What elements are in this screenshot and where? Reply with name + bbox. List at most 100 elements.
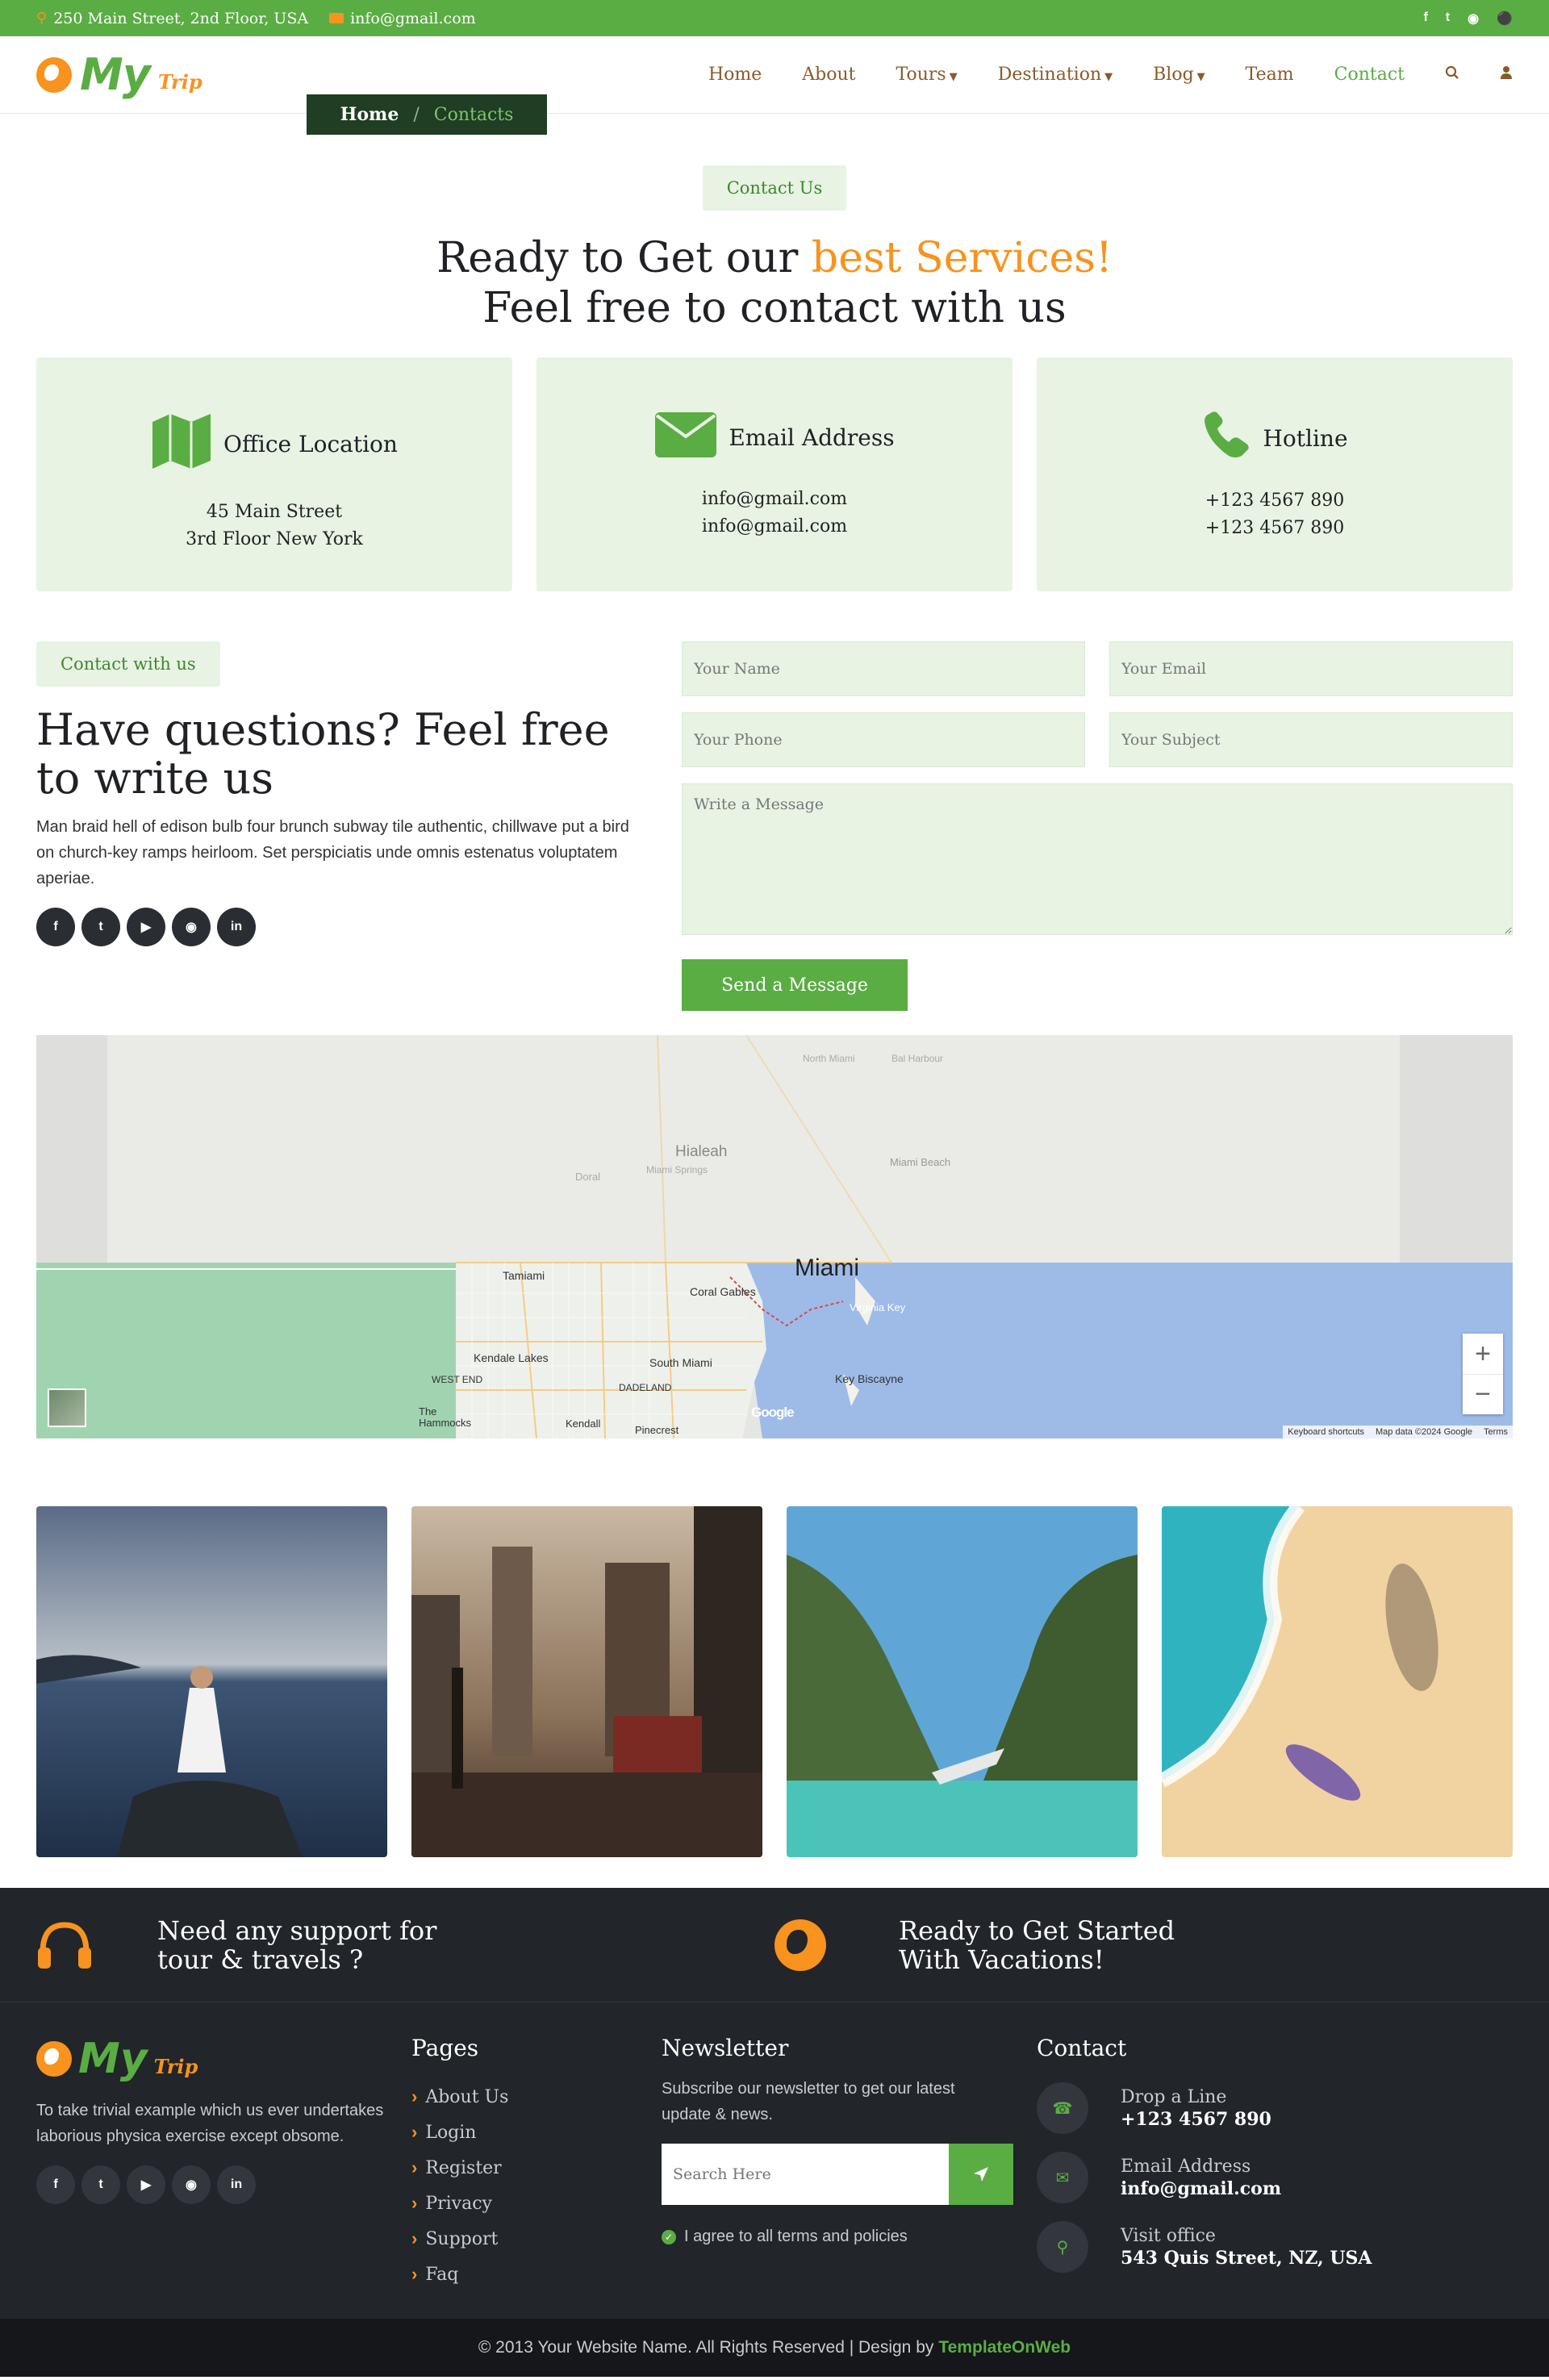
map-label: The Hammocks — [419, 1405, 472, 1429]
card-line[interactable]: +123 4567 890 — [1037, 515, 1513, 542]
map-label: Key Biscayne — [835, 1372, 904, 1385]
twitter-icon[interactable]: t — [81, 908, 120, 946]
zoom-out-button[interactable]: − — [1463, 1374, 1503, 1414]
link-label: Faq — [425, 2264, 459, 2285]
zoom-in-button[interactable]: + — [1463, 1334, 1503, 1374]
subject-field[interactable] — [1109, 712, 1513, 767]
map-embed[interactable]: Miami Hialeah Miami Beach Coral Gables V… — [36, 1035, 1513, 1438]
footer-link-privacy[interactable]: › Privacy — [411, 2186, 662, 2221]
nav-item-about[interactable]: About — [802, 65, 855, 85]
message-field[interactable] — [682, 783, 1513, 935]
youtube-icon[interactable]: ▶ — [127, 2165, 165, 2204]
link-label: Register — [425, 2157, 502, 2178]
keyboard-shortcuts-link[interactable]: Keyboard shortcuts — [1288, 1427, 1364, 1437]
phone-field[interactable] — [682, 712, 1085, 767]
nav-item-contact[interactable]: Contact — [1334, 65, 1405, 85]
card-line[interactable]: +123 4567 890 — [1037, 487, 1513, 515]
nav-item-blog[interactable]: Blog ▼ — [1153, 65, 1205, 85]
breadcrumb-home[interactable]: Home — [340, 104, 399, 125]
gallery-photo-lagoon-boat[interactable] — [787, 1506, 1138, 1857]
linkedin-icon[interactable]: in — [217, 908, 256, 946]
nav-item-tours-label: Tours — [896, 65, 946, 85]
card-title: Hotline — [1263, 425, 1348, 452]
address-info: ⚲ 250 Main Street, 2nd Floor, USA — [36, 10, 308, 27]
twitter-icon[interactable]: t — [81, 2165, 120, 2204]
card-line[interactable]: info@gmail.com — [537, 513, 1012, 541]
search-icon[interactable] — [1445, 65, 1459, 85]
map-label: North Miami — [803, 1053, 855, 1064]
email-info: info@gmail.com — [329, 10, 476, 27]
email-text[interactable]: info@gmail.com — [350, 10, 476, 27]
nav-item-tours[interactable]: Tours ▼ — [896, 65, 958, 85]
site-footer: Need any support for tour & travels ? Re… — [0, 1888, 1549, 2377]
contact-paragraph: Man braid hell of edison bulb four brunc… — [36, 818, 629, 887]
map-zoom-controls: + − — [1463, 1334, 1503, 1414]
nav-item-destination[interactable]: Destination ▼ — [998, 65, 1113, 85]
facebook-icon[interactable]: f — [36, 908, 75, 946]
map-attribution: Keyboard shortcuts Map data ©2024 Google… — [1283, 1426, 1513, 1438]
nav-item-home[interactable]: Home — [708, 65, 762, 85]
chevron-right-icon: › — [411, 2157, 418, 2177]
newsletter-input[interactable] — [662, 2144, 949, 2205]
map-label: Pinecrest — [635, 1424, 679, 1436]
gallery-photo-city-street[interactable] — [411, 1506, 762, 1857]
globe-icon — [36, 56, 72, 93]
gallery-photo-beach-surfer[interactable] — [1162, 1506, 1513, 1857]
contact-phone: ☎ Drop a Line +123 4567 890 — [1037, 2082, 1513, 2134]
youtube-icon[interactable]: ▶ — [127, 908, 165, 946]
facebook-icon[interactable]: f — [36, 2165, 75, 2204]
send-icon[interactable] — [949, 2144, 1013, 2205]
send-message-button[interactable]: Send a Message — [682, 959, 908, 1011]
map-satellite-toggle[interactable] — [48, 1388, 86, 1427]
email-field[interactable] — [1109, 641, 1513, 696]
contact-value[interactable]: +123 4567 890 — [1121, 2109, 1271, 2130]
gallery-photo-woman-sea[interactable] — [36, 1506, 387, 1857]
card-title: Office Location — [223, 431, 398, 457]
chevron-right-icon: › — [411, 2228, 418, 2248]
chevron-down-icon: ▼ — [1196, 71, 1205, 83]
card-line: 3rd Floor New York — [186, 529, 363, 549]
designer-link[interactable]: TemplateOnWeb — [938, 2338, 1071, 2357]
linkedin-icon[interactable]: in — [217, 2165, 256, 2204]
terms-link[interactable]: Terms — [1484, 1427, 1508, 1437]
map-label: Doral — [575, 1171, 601, 1183]
top-social-links: f t ◉ ⚫ — [1423, 10, 1513, 27]
card-line: 45 Main Street — [206, 502, 343, 522]
chevron-right-icon: › — [411, 2122, 418, 2142]
footer-cta-row: Need any support for tour & travels ? Re… — [0, 1888, 1549, 2002]
nav-item-team[interactable]: Team — [1246, 65, 1294, 85]
chevron-right-icon: › — [411, 2086, 418, 2107]
terms-checkbox[interactable]: ✓ I agree to all terms and policies — [662, 2228, 1037, 2246]
footer-link-faq[interactable]: › Faq — [411, 2257, 662, 2292]
footer-logo[interactable]: My Trip — [36, 2035, 411, 2083]
contact-value[interactable]: info@gmail.com — [1121, 2178, 1281, 2199]
info-cards: Office Location 45 Main Street 3rd Floor… — [0, 357, 1549, 591]
contact-intro: Contact with us Have questions? Feel fre… — [36, 641, 633, 1011]
ready-text: Ready to Get Started With Vacations! — [899, 1914, 1175, 1975]
newsletter-form — [662, 2144, 1013, 2205]
twitter-icon[interactable]: t — [1446, 10, 1450, 27]
map-city-label: Miami — [795, 1255, 859, 1281]
instagram-icon[interactable]: ◉ — [172, 908, 211, 946]
footer-link-support[interactable]: › Support — [411, 2221, 662, 2257]
map-label: Hialeah — [675, 1143, 728, 1160]
newsletter-title: Newsletter — [662, 2035, 789, 2061]
instagram-icon[interactable]: ◉ — [172, 2165, 211, 2204]
name-field[interactable] — [682, 641, 1085, 696]
logo-sub: Trip — [157, 70, 202, 94]
footer-link-register[interactable]: › Register — [411, 2150, 662, 2186]
link-label: Support — [425, 2228, 499, 2249]
site-logo[interactable]: My Trip — [36, 49, 202, 100]
info-card-email: Email Address info@gmail.com info@gmail.… — [537, 357, 1012, 591]
map-label: South Miami — [649, 1356, 712, 1369]
pinterest-icon[interactable]: ⚫ — [1497, 10, 1513, 27]
footer-link-about[interactable]: › About Us — [411, 2079, 662, 2115]
card-line[interactable]: info@gmail.com — [537, 486, 1012, 513]
chevron-right-icon: › — [411, 2193, 418, 2213]
check-icon: ✓ — [662, 2229, 676, 2244]
copyright-bar: © 2013 Your Website Name. All Rights Res… — [0, 2319, 1549, 2377]
instagram-icon[interactable]: ◉ — [1468, 10, 1479, 27]
footer-link-login[interactable]: › Login — [411, 2115, 662, 2150]
user-icon[interactable] — [1500, 65, 1513, 85]
facebook-icon[interactable]: f — [1423, 10, 1427, 27]
